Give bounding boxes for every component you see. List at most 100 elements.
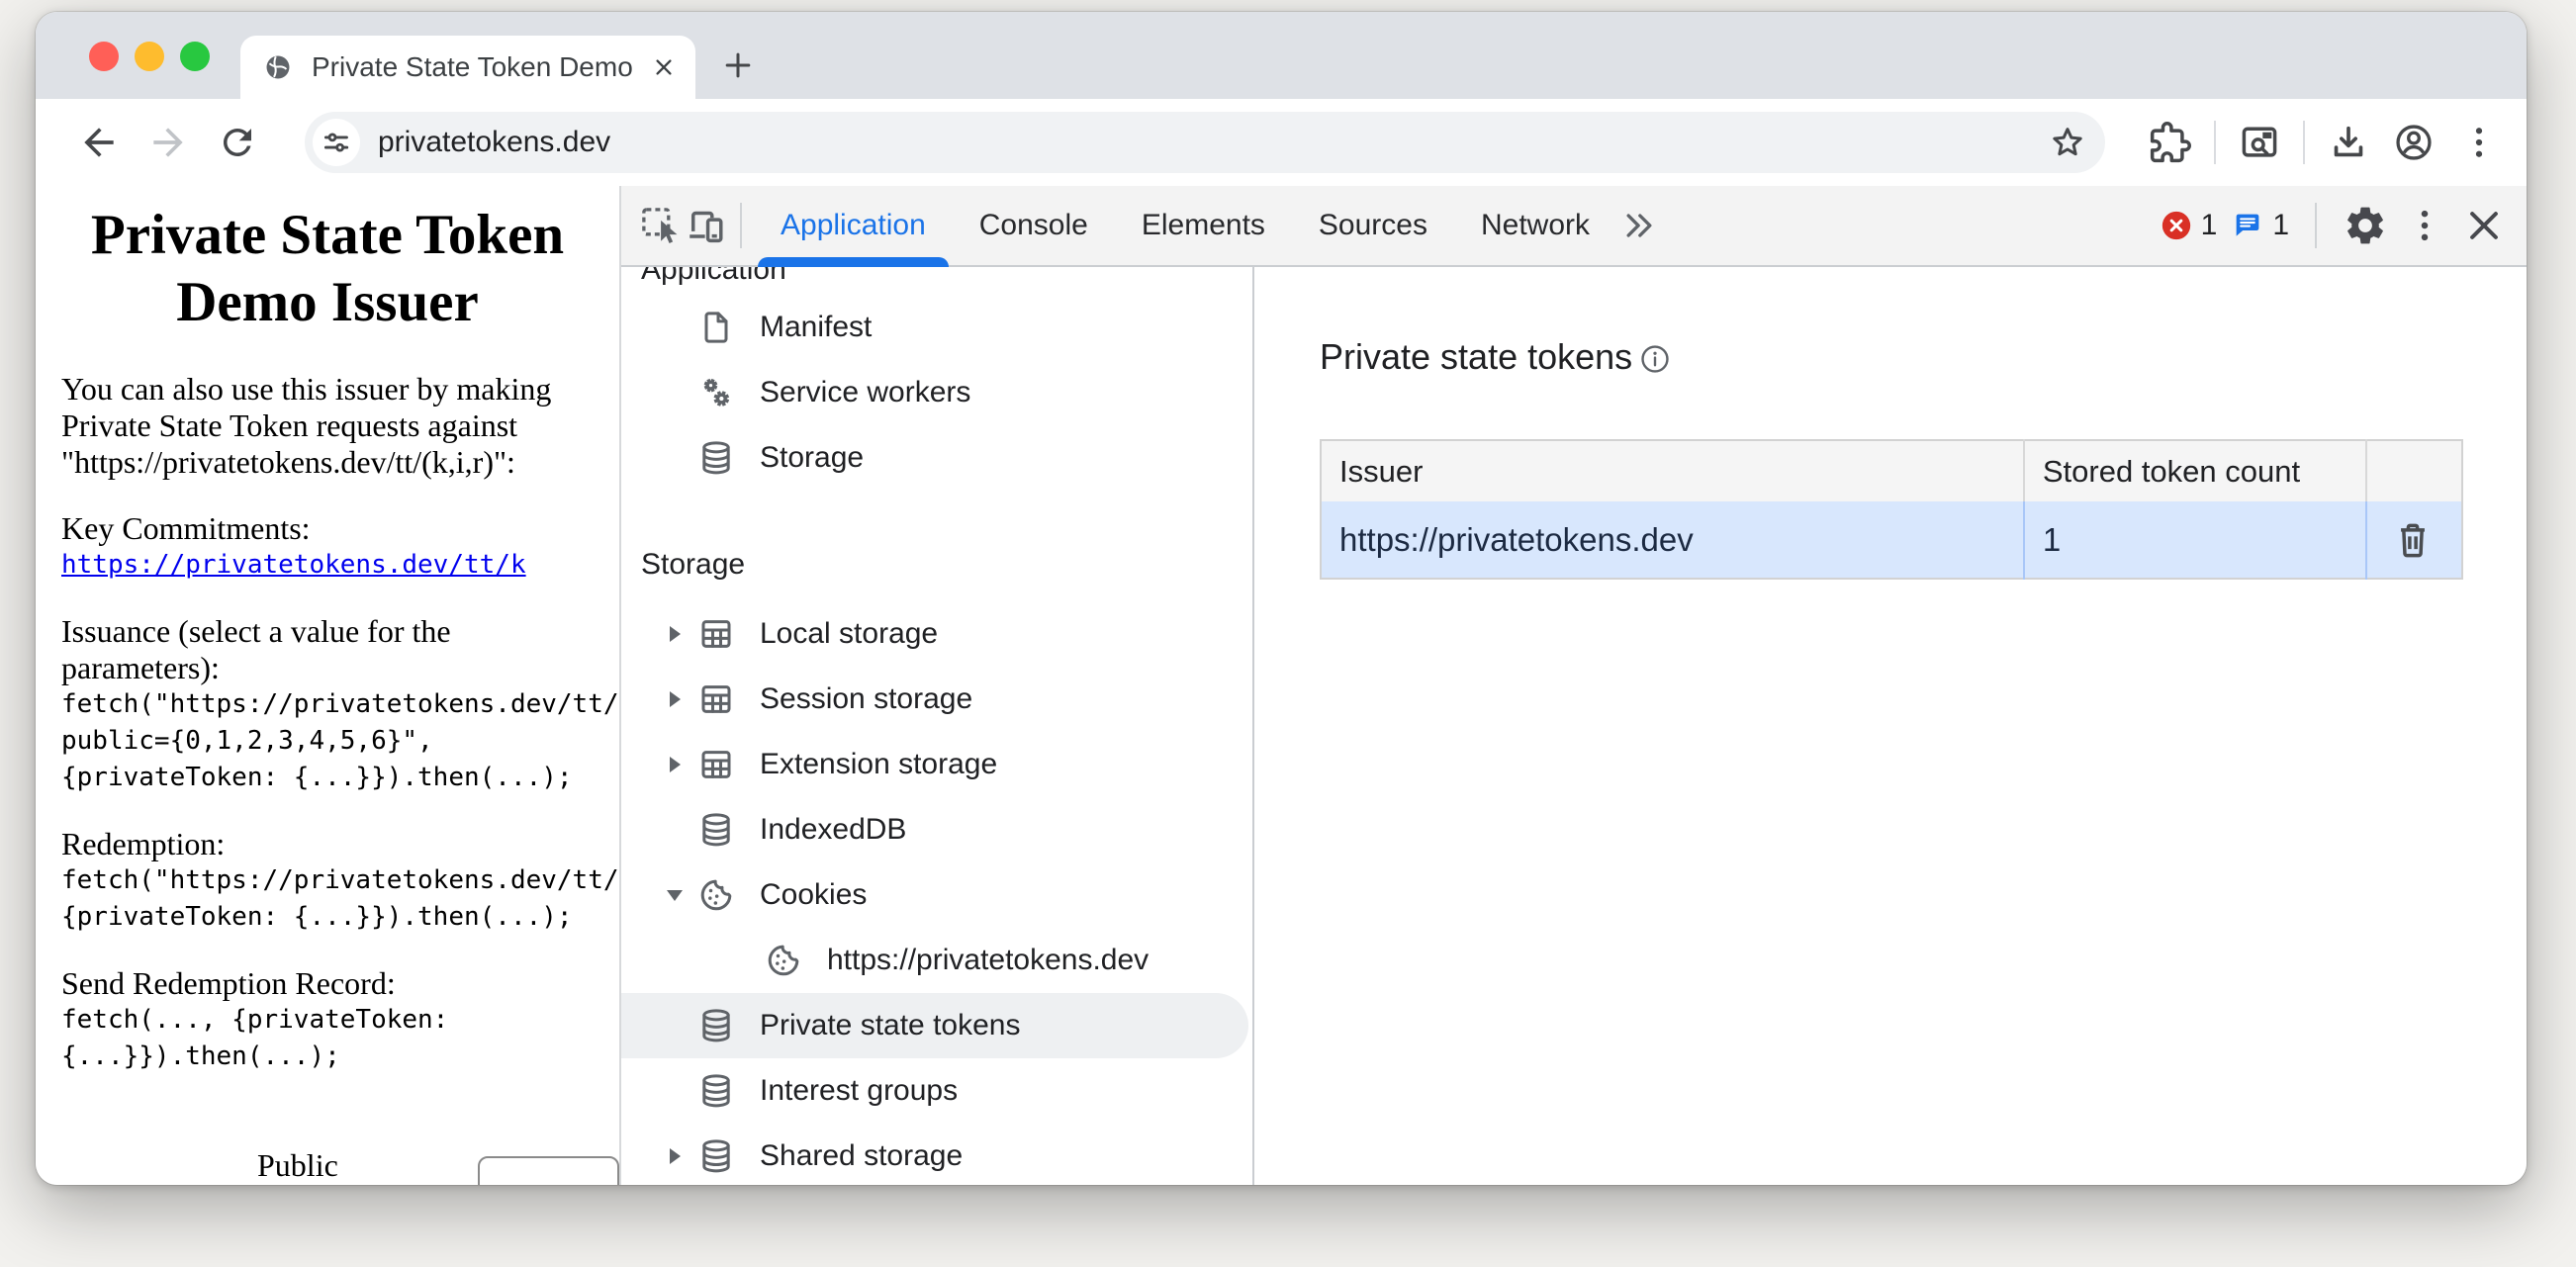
sidebar-item-label: Manifest <box>760 311 872 344</box>
sidebar-item-shared-storage[interactable]: Shared storage <box>621 1124 1252 1185</box>
table-row[interactable]: https://privatetokens.dev 1 <box>1321 501 2462 579</box>
device-toolbar-button[interactable] <box>683 203 728 248</box>
devtools-tab-elements[interactable]: Elements <box>1115 186 1292 265</box>
database-icon <box>696 1071 736 1111</box>
devtools-divider <box>2315 203 2317 248</box>
redemption-code: fetch("https://privatetokens.dev/tt/ {pr… <box>36 862 619 936</box>
table-icon <box>696 745 736 784</box>
sidebar-item-label: Extension storage <box>760 748 997 781</box>
error-count: 1 <box>2201 209 2218 242</box>
tokens-table: Issuer Stored token count https://privat… <box>1320 439 2463 580</box>
bookmark-star-icon[interactable] <box>2048 123 2087 162</box>
sidebar-item-private-state-tokens[interactable]: Private state tokens <box>621 993 1248 1058</box>
devtools-tab-application[interactable]: Application <box>754 186 953 265</box>
minimize-window-button[interactable] <box>135 42 164 71</box>
sidebar-item-label: IndexedDB <box>760 813 906 847</box>
tree-collapsed-arrow-icon[interactable] <box>663 626 687 642</box>
issuer-cell[interactable]: https://privatetokens.dev <box>1321 501 2024 579</box>
device-toolbar-icon <box>684 204 727 247</box>
devtools-tab-bar: ApplicationConsoleElementsSourcesNetwork <box>754 186 1616 265</box>
cookie-icon <box>764 941 803 980</box>
site-settings-button[interactable] <box>313 119 360 166</box>
sidebar-item-https-privatetokens-dev[interactable]: https://privatetokens.dev <box>621 928 1252 993</box>
devtools-tab-network[interactable]: Network <box>1454 186 1616 265</box>
devtools-menu-kebab-icon[interactable] <box>2402 203 2447 248</box>
cookie-icon <box>696 875 736 915</box>
database-icon <box>696 810 736 850</box>
console-messages-badge[interactable]: 1 <box>2231 209 2289 242</box>
token-count-cell[interactable]: 1 <box>2024 501 2366 579</box>
forward-button[interactable] <box>144 119 192 166</box>
delete-trash-icon[interactable] <box>2391 518 2435 562</box>
devtools-close-icon[interactable] <box>2461 203 2507 248</box>
more-tabs-button[interactable] <box>1616 203 1662 248</box>
info-icon[interactable] <box>1638 342 1672 376</box>
gears-icon <box>696 373 736 412</box>
inspect-cursor-icon <box>638 204 682 247</box>
devtools-tab-sources[interactable]: Sources <box>1292 186 1454 265</box>
devtools-toolbar: ApplicationConsoleElementsSourcesNetwork… <box>621 186 2527 267</box>
tree-collapsed-arrow-icon[interactable] <box>663 757 687 772</box>
tree-expanded-arrow-icon[interactable] <box>663 890 687 901</box>
sidebar-item-session-storage[interactable]: Session storage <box>621 667 1252 732</box>
devtools-tab-console[interactable]: Console <box>953 186 1115 265</box>
sidebar-item-interest-groups[interactable]: Interest groups <box>621 1058 1252 1124</box>
column-header-issuer[interactable]: Issuer <box>1321 440 2024 501</box>
browser-window: Private State Token Demo privatetokens.d… <box>36 12 2527 1185</box>
devtools-body: ApplicationManifestService workersStorag… <box>621 267 2527 1185</box>
toolbar-divider <box>2214 121 2216 164</box>
sidebar-item-label: Shared storage <box>760 1139 963 1173</box>
public-metadata-select[interactable] <box>478 1156 619 1185</box>
screen: Private State Token Demo privatetokens.d… <box>0 0 2576 1267</box>
sidebar-item-local-storage[interactable]: Local storage <box>621 601 1252 667</box>
side-search-icon[interactable] <box>2238 121 2281 164</box>
reload-button[interactable] <box>214 119 261 166</box>
page-content: Private State Token Demo Issuer You can … <box>36 186 621 1185</box>
database-icon <box>696 1136 736 1176</box>
send-redemption-record-label: Send Redemption Record: <box>36 965 619 1002</box>
sidebar-item-label: Session storage <box>760 682 972 716</box>
private-state-tokens-panel: Private state tokens Issuer Stored token… <box>1254 267 2527 1185</box>
devtools-divider <box>740 203 742 248</box>
public-metadata-label: Public Metadata <box>257 1147 432 1185</box>
error-icon <box>2160 209 2193 242</box>
column-header-stored-token-count[interactable]: Stored token count <box>2024 440 2366 501</box>
tree-collapsed-arrow-icon[interactable] <box>663 1148 687 1164</box>
fullscreen-window-button[interactable] <box>180 42 210 71</box>
table-icon <box>696 679 736 719</box>
inspect-element-button[interactable] <box>637 203 683 248</box>
close-window-button[interactable] <box>89 42 119 71</box>
tab-title: Private State Token Demo <box>312 51 650 83</box>
page-intro-text: You can also use this issuer by making P… <box>36 371 619 481</box>
sidebar-item-label: Interest groups <box>760 1074 958 1108</box>
new-tab-button[interactable] <box>718 45 758 85</box>
sidebar-item-extension-storage[interactable]: Extension storage <box>621 732 1252 797</box>
key-commitments-link[interactable]: https://privatetokens.dev/tt/k <box>61 550 526 580</box>
issuance-code: fetch("https://privatetokens.dev/tt/ pub… <box>36 686 619 796</box>
address-bar[interactable]: privatetokens.dev <box>305 112 2105 173</box>
tab-strip: Private State Token Demo <box>36 12 2527 99</box>
extensions-icon[interactable] <box>2149 121 2192 164</box>
sidebar-item-label: Local storage <box>760 617 938 651</box>
sidebar-item-cookies[interactable]: Cookies <box>621 862 1252 928</box>
tab-close-icon[interactable] <box>650 53 678 81</box>
sidebar-item-manifest[interactable]: Manifest <box>621 295 1252 360</box>
sidebar-item-indexeddb[interactable]: IndexedDB <box>621 797 1252 862</box>
content-area: Private State Token Demo Issuer You can … <box>36 186 2527 1185</box>
redemption-label: Redemption: <box>36 826 619 862</box>
sidebar-item-service-workers[interactable]: Service workers <box>621 360 1252 425</box>
browser-menu-kebab-icon[interactable] <box>2457 121 2501 164</box>
console-errors-badge[interactable]: 1 <box>2160 209 2218 242</box>
profile-icon[interactable] <box>2392 121 2436 164</box>
devtools-settings-gear-icon[interactable] <box>2343 203 2388 248</box>
sidebar-item-storage[interactable]: Storage <box>621 425 1252 491</box>
tree-collapsed-arrow-icon[interactable] <box>663 691 687 707</box>
back-button[interactable] <box>75 119 123 166</box>
column-header-actions <box>2366 440 2462 501</box>
downloads-icon[interactable] <box>2327 121 2370 164</box>
tune-icon <box>320 126 353 159</box>
database-icon <box>696 438 736 478</box>
browser-tab[interactable]: Private State Token Demo <box>240 36 695 99</box>
page-title: Private State Token Demo Issuer <box>36 202 619 337</box>
message-count: 1 <box>2272 209 2289 242</box>
